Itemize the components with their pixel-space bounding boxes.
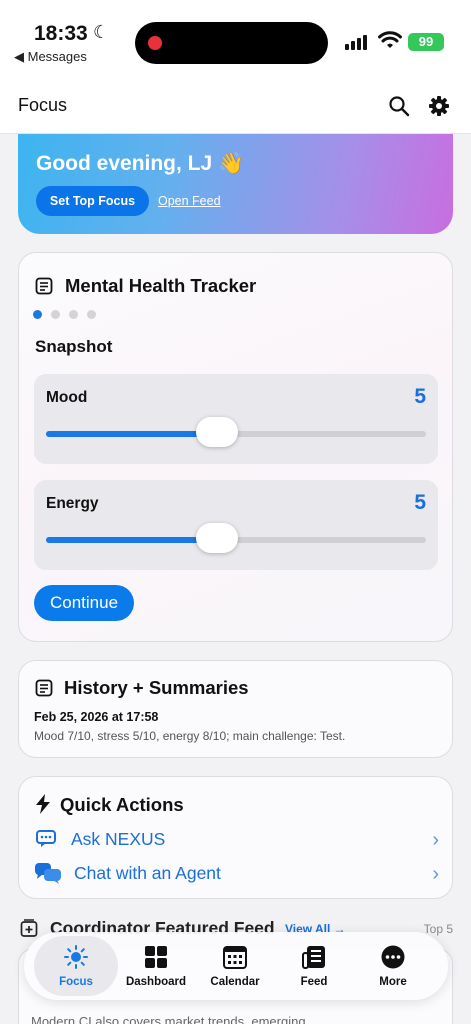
energy-value: 5 [414, 491, 426, 514]
back-to-messages-link[interactable]: ◀ Messages [14, 49, 87, 65]
history-summaries-card[interactable]: History + Summaries Feb 25, 2026 at 17:5… [18, 660, 453, 758]
chevron-right-icon: › [432, 829, 439, 851]
chat-bubble-icon [36, 830, 56, 847]
tab-dashboard[interactable]: Dashboard [114, 936, 198, 996]
quick-actions-title: Quick Actions [60, 794, 184, 815]
page-title: Focus [18, 95, 68, 115]
wifi-icon [378, 31, 402, 48]
moon-icon: ☾ [93, 22, 110, 42]
status-time: 18:33 [34, 22, 88, 45]
cellular-signal-icon [345, 34, 371, 50]
page-dot[interactable] [51, 310, 60, 319]
chat-bubbles-icon [35, 863, 61, 884]
lightning-bolt-icon [36, 794, 50, 814]
page-dot[interactable] [69, 310, 78, 319]
energy-slider[interactable] [46, 523, 426, 553]
tab-feed[interactable]: Feed [272, 936, 356, 996]
set-top-focus-button[interactable]: Set Top Focus [36, 186, 149, 216]
grid-icon [145, 946, 167, 968]
mental-health-tracker-card: Mental Health Tracker Snapshot Mood 5 En… [18, 252, 453, 642]
chat-with-agent-label: Chat with an Agent [74, 863, 221, 883]
quick-actions-card: Quick Actions Ask NEXUS › Chat with an A… [18, 776, 453, 899]
tab-more[interactable]: More [351, 936, 435, 996]
newspaper-icon [302, 946, 325, 969]
status-bar: 18:33 ☾ ◀ Messages 99 [0, 0, 471, 80]
mood-label: Mood [46, 389, 88, 406]
energy-slider-fill [46, 537, 217, 543]
tab-focus[interactable]: Focus [34, 936, 118, 996]
tab-calendar[interactable]: Calendar [193, 936, 277, 996]
list-doc-icon [35, 679, 53, 697]
mood-slider-fill [46, 431, 217, 437]
energy-slider-box: Energy 5 [34, 480, 438, 570]
recording-dot-icon [148, 36, 162, 50]
gear-icon[interactable] [428, 95, 450, 117]
dynamic-island [135, 22, 328, 64]
mood-slider[interactable] [46, 417, 426, 447]
tab-bar: Focus Dashboard Calendar Feed More [24, 932, 448, 1000]
energy-label: Energy [46, 495, 99, 512]
ask-nexus-action[interactable]: Ask NEXUS › [34, 827, 439, 851]
history-entry-summary: Mood 7/10, stress 5/10, energy 8/10; mai… [34, 729, 346, 743]
feed-add-icon [20, 919, 38, 937]
snapshot-heading: Snapshot [35, 337, 113, 356]
tab-more-label: More [379, 976, 407, 988]
energy-slider-thumb[interactable] [196, 523, 238, 553]
greeting-banner: Good evening, LJ 👋 Set Top Focus Open Fe… [18, 134, 453, 234]
mood-slider-thumb[interactable] [196, 417, 238, 447]
tab-dashboard-label: Dashboard [125, 976, 187, 988]
ask-nexus-label: Ask NEXUS [71, 829, 166, 849]
calendar-icon [223, 946, 247, 969]
more-icon [381, 945, 405, 969]
history-entry-date: Feb 25, 2026 at 17:58 [34, 710, 159, 724]
battery-indicator: 99 [408, 33, 444, 51]
tab-focus-label: Focus [59, 976, 93, 988]
feed-item-snippet: Modern CI also covers market trends, eme… [31, 1014, 306, 1024]
chevron-right-icon: › [432, 863, 439, 885]
mental-health-title: Mental Health Tracker [65, 275, 257, 296]
tab-feed-label: Feed [300, 976, 328, 988]
history-title: History + Summaries [64, 677, 249, 698]
open-feed-link[interactable]: Open Feed [158, 194, 221, 208]
list-doc-icon [35, 277, 53, 295]
mood-slider-box: Mood 5 [34, 374, 438, 464]
tab-calendar-label: Calendar [210, 976, 260, 988]
sun-icon [64, 945, 88, 969]
page-dot[interactable] [33, 310, 42, 319]
top-count-label: Top 5 [423, 922, 453, 936]
page-dot[interactable] [87, 310, 96, 319]
greeting-text: Good evening, LJ 👋 [36, 152, 245, 175]
navigation-bar: Focus [0, 80, 471, 134]
search-icon[interactable] [388, 95, 410, 117]
mood-value: 5 [414, 385, 426, 408]
continue-button[interactable]: Continue [34, 585, 134, 621]
chat-with-agent-action[interactable]: Chat with an Agent › [34, 861, 439, 885]
